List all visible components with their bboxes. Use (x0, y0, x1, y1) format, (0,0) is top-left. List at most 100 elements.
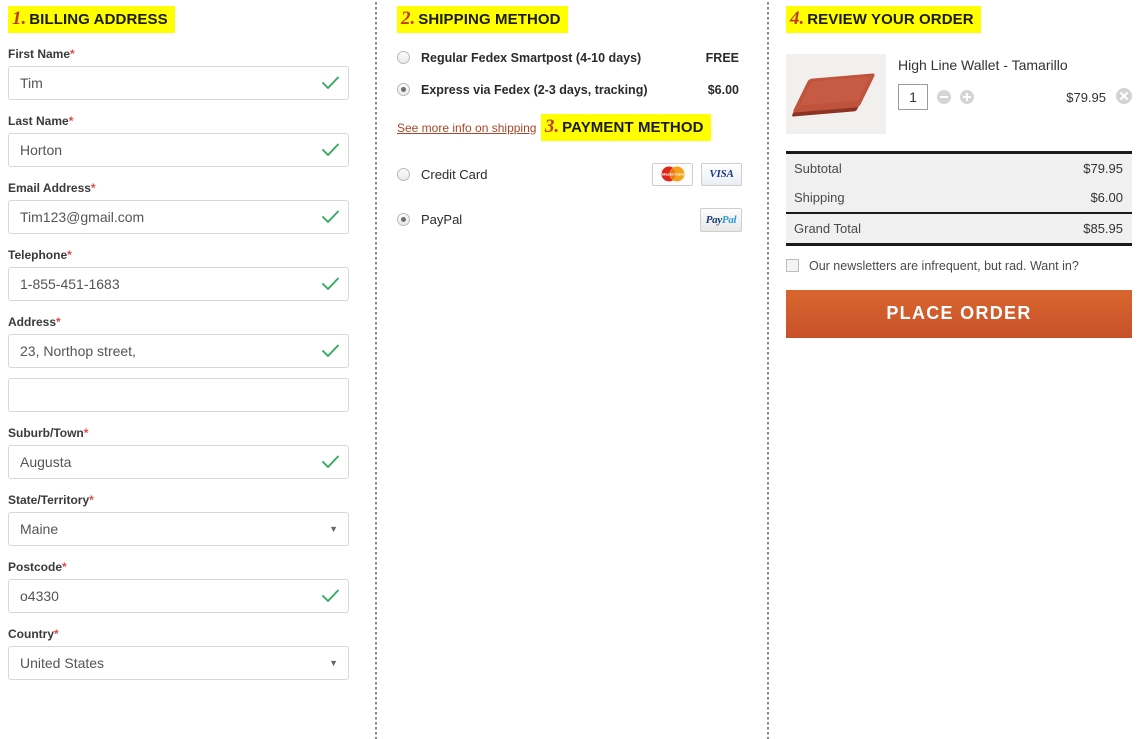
quantity-increase-icon[interactable] (960, 89, 974, 104)
email-address-input[interactable] (8, 199, 349, 234)
shipping-option-price: $6.00 (707, 82, 739, 97)
see-more-info-on-shipping-link[interactable]: See more info on shipping (397, 121, 536, 135)
country-input[interactable] (8, 645, 349, 680)
billing-field: Email Address* (8, 181, 358, 234)
shipping-method-heading: 2. SHIPPING METHOD (397, 6, 568, 33)
table-row: Grand Total $85.95 (786, 214, 1132, 243)
billing-field: Country* ▼ (8, 627, 358, 680)
billing-address-heading: 1. BILLING ADDRESS (8, 6, 175, 33)
billing-field (8, 377, 358, 412)
input-wrapper: ▼ (8, 511, 349, 546)
input-wrapper (8, 199, 349, 234)
order-grand-total: Grand Total $85.95 (786, 211, 1132, 246)
shipping-value: $6.00 (1090, 189, 1123, 205)
payment-option-row[interactable]: PayPal PayPal (397, 207, 742, 232)
billing-field: First Name* (8, 47, 358, 100)
section-title: REVIEW YOUR ORDER (807, 11, 974, 28)
postcode-input[interactable] (8, 578, 349, 613)
payment-radio-0[interactable] (397, 167, 410, 181)
input-wrapper: ▼ (8, 645, 349, 680)
column-divider-right (767, 0, 769, 739)
payment-option-row[interactable]: Credit Card MasterCard VISA (397, 162, 742, 186)
shipping-option-row[interactable]: Regular Fedex Smartpost (4-10 days) FREE (397, 51, 742, 65)
subtotal-value: $79.95 (1083, 160, 1123, 176)
billing-field: Address* (8, 315, 358, 368)
checkout-page: 1.BILLING ADDRESS First Name* Last Name* E… (0, 0, 1146, 739)
first-name-input[interactable] (8, 65, 349, 100)
address-line-2-input[interactable] (8, 377, 349, 412)
state-territory-input[interactable] (8, 511, 349, 546)
shipping-option-label: Express via Fedex (2-3 days, tracking) (421, 82, 648, 97)
review-order-column: 4. REVIEW YOUR ORDER High Line Wallet - T… (786, 0, 1132, 338)
quantity-input[interactable] (898, 83, 928, 110)
payment-badges: MasterCard VISA (652, 162, 742, 186)
wallet-product-image (792, 73, 876, 113)
product-thumbnail (786, 53, 886, 134)
field-label: Email Address* (8, 180, 96, 195)
billing-address-column: 1.BILLING ADDRESS First Name* Last Name* E… (8, 0, 358, 680)
field-label: First Name* (8, 46, 75, 61)
address-input[interactable] (8, 333, 349, 368)
input-wrapper (8, 132, 349, 167)
shipping-radio-1[interactable] (397, 83, 410, 97)
product-price: $79.95 (1066, 89, 1106, 105)
shipping-label: Shipping (794, 189, 845, 205)
order-product-row: High Line Wallet - Tamarillo $79.95 (786, 53, 1132, 134)
billing-field: Last Name* (8, 114, 358, 167)
section-title: BILLING ADDRESS (29, 11, 168, 28)
field-label: Country* (8, 626, 59, 641)
suburb-town-input[interactable] (8, 444, 349, 479)
required-marker: * (62, 559, 67, 574)
field-label: State/Territory* (8, 492, 94, 507)
product-name: High Line Wallet - Tamarillo (898, 56, 1068, 73)
input-wrapper (8, 333, 349, 368)
place-order-button[interactable]: PLACE ORDER (786, 289, 1132, 338)
review-order-heading: 4. REVIEW YOUR ORDER (786, 6, 981, 33)
billing-fields-list: First Name* Last Name* Email Address* Telep… (8, 47, 358, 680)
subtotal-label: Subtotal (794, 160, 842, 176)
step-number: 2. (401, 8, 416, 29)
input-wrapper (8, 377, 349, 412)
visa-icon: VISA (701, 162, 742, 186)
required-marker: * (89, 492, 94, 507)
last-name-input[interactable] (8, 132, 349, 167)
shipping-radio-0[interactable] (397, 51, 410, 65)
table-row: Subtotal $79.95 (786, 154, 1132, 183)
required-marker: * (70, 46, 75, 61)
input-wrapper (8, 65, 349, 100)
billing-field: Suburb/Town* (8, 426, 358, 479)
billing-field: State/Territory* ▼ (8, 493, 358, 546)
column-divider-left (375, 0, 377, 739)
input-wrapper (8, 578, 349, 613)
step-number: 3. (544, 115, 560, 137)
shipping-option-row[interactable]: Express via Fedex (2-3 days, tracking) $6… (397, 83, 742, 97)
payment-option-label: PayPal (421, 212, 463, 228)
payment-method-heading: 3. PAYMENT METHOD (540, 113, 711, 141)
order-subtotals: Subtotal $79.95 Shipping $6.00 (786, 153, 1132, 212)
payment-option-label: Credit Card (421, 166, 488, 182)
paypal-icon: PayPal (700, 207, 742, 232)
payment-badges: PayPal (700, 207, 742, 232)
step-number: 4. (790, 8, 805, 29)
product-info: High Line Wallet - Tamarillo $79.95 (898, 54, 1132, 110)
remove-item-icon[interactable] (1116, 87, 1132, 104)
payment-radio-1[interactable] (397, 213, 410, 227)
step-number: 1. (12, 8, 27, 29)
input-wrapper (8, 266, 349, 301)
svg-text:MasterCard: MasterCard (661, 172, 684, 177)
required-marker: * (54, 626, 59, 641)
newsletter-checkbox[interactable] (786, 259, 799, 273)
newsletter-optin-row: Our newsletters are infrequent, but rad.… (786, 259, 1132, 273)
shipping-option-price: FREE (705, 50, 739, 65)
required-marker: * (67, 247, 72, 262)
billing-field: Postcode* (8, 560, 358, 613)
telephone-input[interactable] (8, 266, 349, 301)
required-marker: * (90, 180, 96, 195)
required-marker: * (83, 425, 89, 440)
mastercard-icon: MasterCard (652, 162, 693, 186)
field-label: Address* (8, 314, 61, 329)
section-title: PAYMENT METHOD (562, 118, 704, 136)
quantity-decrease-icon[interactable] (937, 89, 951, 104)
order-totals-table: Subtotal $79.95 Shipping $6.00 Grand Tot… (786, 150, 1132, 246)
shipping-option-label: Regular Fedex Smartpost (4-10 days) (421, 50, 642, 65)
